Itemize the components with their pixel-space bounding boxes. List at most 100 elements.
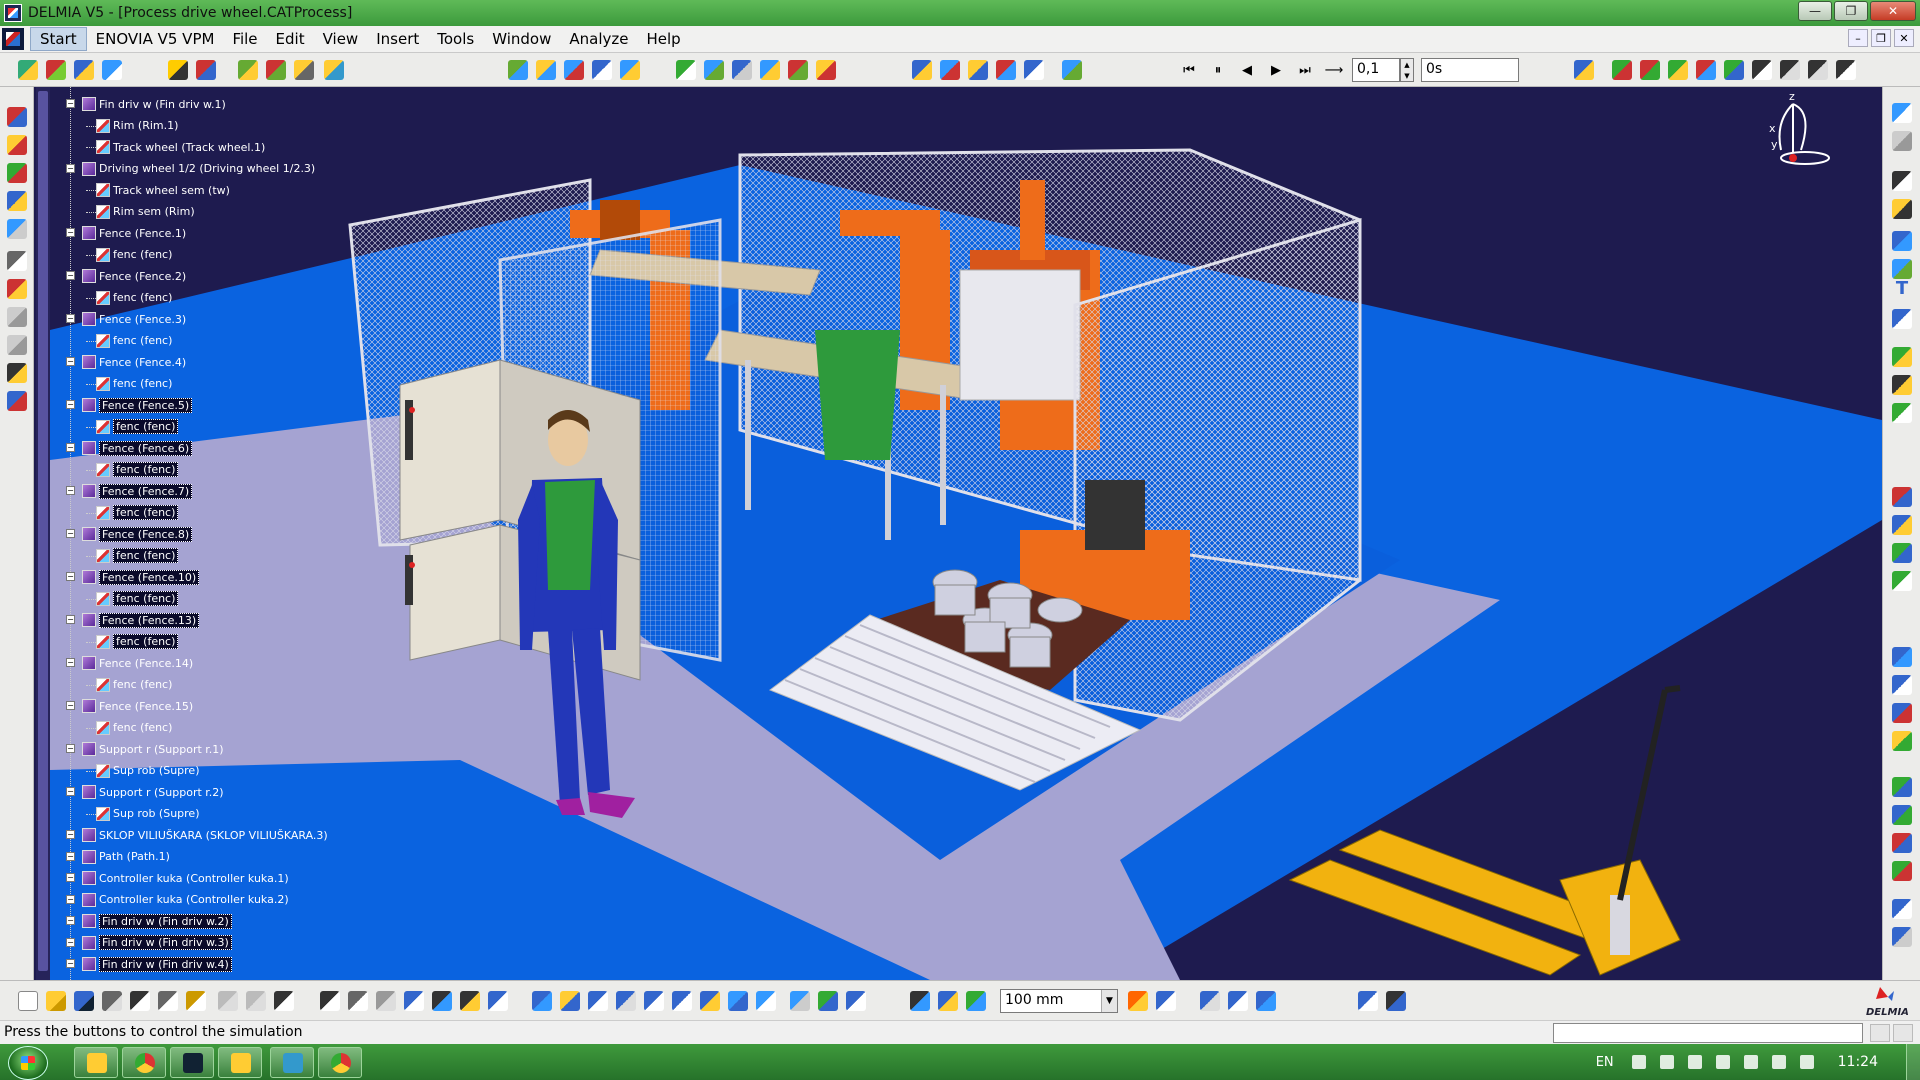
tree-child-node[interactable]: Sup rob (Supre) [96,805,200,823]
swap-space-icon[interactable] [846,991,866,1011]
tree-child-node[interactable]: fenc (fenc) [96,504,179,522]
part-node-icon[interactable] [96,462,110,477]
insert-activity-icon[interactable] [7,163,27,183]
validate-icon[interactable] [1892,543,1912,563]
tree-node-label[interactable]: Controller kuka (Controller kuka.2) [99,893,289,906]
process-tool-icon[interactable] [18,60,38,80]
robot-group-icon[interactable] [1612,60,1632,80]
tree-child-node[interactable]: fenc (fenc) [96,375,172,393]
whats-this-icon[interactable] [274,991,294,1011]
play-button[interactable]: ▶ [1265,59,1287,81]
menu-tools[interactable]: Tools [428,28,483,50]
product-node-icon[interactable] [82,97,96,111]
annotation-icon[interactable] [1892,259,1912,279]
tree-expand-toggle[interactable]: − [66,271,75,280]
loop-mode-button[interactable]: ⟶ [1323,59,1345,81]
tree-expand-toggle[interactable]: − [66,615,75,624]
tree-node-label[interactable]: Sup rob (Supre) [113,807,200,820]
grid-icon[interactable] [1062,60,1082,80]
disabled-tool-1-icon[interactable] [7,307,27,327]
simulation-time-field[interactable]: 0s [1421,58,1519,82]
product-node-icon[interactable] [82,312,96,326]
command-input[interactable] [1553,1023,1863,1043]
jump-to-end-button[interactable]: ⏭ [1294,59,1316,81]
tree-node-label[interactable]: Fence (Fence.14) [99,657,193,670]
product-node-icon[interactable] [82,828,96,842]
menu-file[interactable]: File [223,28,266,50]
part-node-icon[interactable] [96,806,110,821]
hyperlink-icon[interactable] [376,991,396,1011]
tree-node-label[interactable]: Rim sem (Rim) [113,205,195,218]
tree-node-label[interactable]: Fin driv w (Fin driv w.2) [99,913,232,929]
tree-child-node[interactable]: fenc (fenc) [96,547,179,565]
comment-icon[interactable] [348,991,368,1011]
tree-expand-toggle[interactable]: − [66,99,75,108]
check-icon[interactable] [676,60,696,80]
workspace-icon[interactable] [294,60,314,80]
part-node-icon[interactable] [96,505,110,520]
product-node-icon[interactable] [82,849,96,864]
sweep-icon[interactable] [788,60,808,80]
insert-process-icon[interactable] [7,191,27,211]
new-file-icon[interactable] [18,991,38,1011]
tree-node-label[interactable]: Fin driv w (Fin driv w.1) [99,98,226,111]
doc-restore-button[interactable]: ❐ [1871,29,1891,47]
tree-expand-toggle[interactable]: − [66,916,75,925]
tree-node-label[interactable]: fenc (fenc) [113,377,172,390]
status-button-1[interactable] [1870,1024,1890,1042]
robot-reach-icon[interactable] [1640,60,1660,80]
maximize-button[interactable]: ❐ [1834,1,1868,21]
link-tool-icon[interactable] [102,60,122,80]
window-split-icon[interactable] [1780,60,1800,80]
tree-node[interactable]: Fin driv w (Fin driv w.4) [82,955,232,973]
catalog-icon[interactable] [460,991,480,1011]
tag-icon[interactable] [508,60,528,80]
tree-node-label[interactable]: fenc (fenc) [113,505,179,520]
tree-node-label[interactable]: fenc (fenc) [113,291,172,304]
product-node-icon[interactable] [82,355,96,369]
tree-expand-toggle[interactable]: − [66,959,75,968]
tree-node-label[interactable]: Fence (Fence.3) [99,313,186,326]
device-task-icon[interactable] [196,60,216,80]
part-node-icon[interactable] [96,634,110,649]
tree-node[interactable]: Controller kuka (Controller kuka.1) [82,869,289,887]
tree-node-label[interactable]: Track wheel sem (tw) [113,184,230,197]
jog-icon[interactable] [238,60,258,80]
taskbar-explorer-1[interactable] [74,1047,118,1078]
publish-icon[interactable] [1386,991,1406,1011]
selection-icon[interactable] [1892,199,1912,219]
paint-icon[interactable] [1892,703,1912,723]
product-node-icon[interactable] [82,161,96,176]
tree-node-label[interactable]: Fence (Fence.7) [99,483,193,499]
output-1-icon[interactable] [1892,899,1912,919]
compass-snap-icon[interactable] [1128,991,1148,1011]
menu-window[interactable]: Window [483,28,560,50]
tag-group-icon[interactable] [536,60,556,80]
frame-icon[interactable] [592,60,612,80]
window-cascade-icon[interactable] [1836,60,1856,80]
menu-enovia[interactable]: ENOVIA V5 VPM [87,28,224,50]
window-tile-icon[interactable] [1808,60,1828,80]
scripts-icon[interactable] [432,991,452,1011]
tree-node[interactable]: SKLOP VILIUŠKARA (SKLOP VILIUŠKARA.3) [82,826,328,844]
part-node-icon[interactable] [96,118,110,133]
tree-node-label[interactable]: Fin driv w (Fin driv w.4) [99,956,232,972]
operation-icon[interactable] [564,60,584,80]
select-tool-icon[interactable] [7,363,27,383]
tree-expand-toggle[interactable]: − [66,443,75,452]
tree-child-node[interactable]: fenc (fenc) [96,418,179,436]
tree-expand-toggle[interactable]: − [66,529,75,538]
record-icon[interactable] [996,60,1016,80]
redo-icon[interactable] [246,991,266,1011]
product-node-icon[interactable] [82,892,96,907]
save-icon[interactable] [74,991,94,1011]
tree-node[interactable]: Path (Path.1) [82,848,170,866]
table-view-icon[interactable] [404,991,424,1011]
normal-view-icon[interactable] [700,991,720,1011]
tree-expand-toggle[interactable]: − [66,937,75,947]
part-node-icon[interactable] [96,419,110,434]
move-icon[interactable] [620,60,640,80]
tree-node[interactable]: Fence (Fence.5) [82,396,193,414]
tree-child-node[interactable]: Rim sem (Rim) [96,203,195,221]
tree-node-label[interactable]: Path (Path.1) [99,850,170,863]
